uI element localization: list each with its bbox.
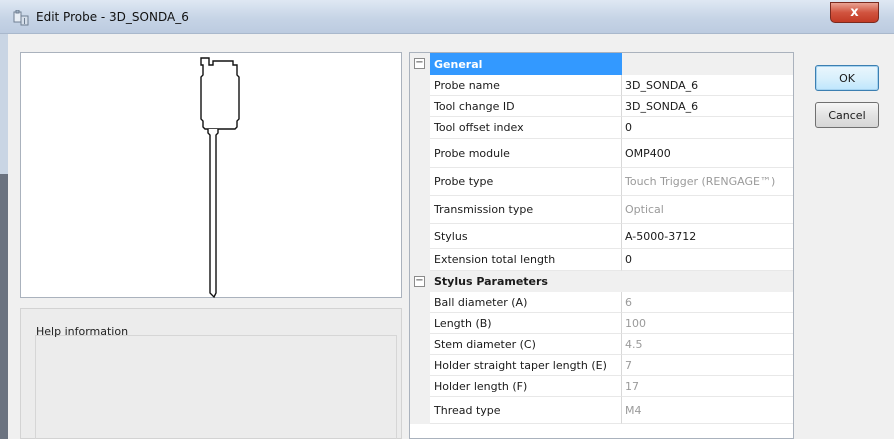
- property-value-readonly: Optical: [622, 196, 793, 224]
- property-value-input[interactable]: 3D_SONDA_6: [622, 75, 793, 96]
- left-edge-strip: [0, 174, 8, 439]
- category-value-cell: [622, 53, 793, 75]
- property-value-input[interactable]: 0: [622, 249, 793, 271]
- property-value-dropdown[interactable]: A-5000-3712: [622, 224, 793, 249]
- property-value-readonly: 17: [622, 376, 793, 397]
- property-name: Stylus: [430, 224, 622, 249]
- property-grid[interactable]: − General Probe name 3D_SONDA_6 Tool cha…: [409, 52, 794, 439]
- property-row-holder-length[interactable]: Holder length (F) 17: [410, 376, 793, 397]
- help-content-area: [35, 335, 397, 439]
- close-button[interactable]: x: [830, 2, 879, 23]
- property-row-probe-type[interactable]: Probe type Touch Trigger (RENGAGE™): [410, 168, 793, 196]
- row-gutter: [410, 117, 430, 139]
- property-row-extension-total-length[interactable]: Extension total length 0: [410, 249, 793, 271]
- row-gutter: [410, 355, 430, 376]
- row-gutter: [410, 249, 430, 271]
- property-row-probe-name[interactable]: Probe name 3D_SONDA_6: [410, 75, 793, 96]
- row-gutter: [410, 96, 430, 117]
- property-name: Tool change ID: [430, 96, 622, 117]
- probe-app-icon: [13, 9, 29, 26]
- property-name: Transmission type: [430, 196, 622, 224]
- property-name: Probe module: [430, 139, 622, 168]
- category-general[interactable]: − General: [410, 53, 793, 75]
- property-name: Holder length (F): [430, 376, 622, 397]
- probe-preview: [20, 52, 402, 299]
- row-gutter: [410, 168, 430, 196]
- property-value-dropdown[interactable]: OMP400: [622, 139, 793, 168]
- property-row-tool-change-id[interactable]: Tool change ID 3D_SONDA_6: [410, 96, 793, 117]
- property-row-probe-module[interactable]: Probe module OMP400: [410, 139, 793, 168]
- row-gutter: [410, 334, 430, 355]
- property-value-readonly: 6: [622, 292, 793, 313]
- property-value-readonly: M4: [622, 397, 793, 424]
- property-value-readonly: 4.5: [622, 334, 793, 355]
- category-label: General: [430, 53, 622, 75]
- property-name: Thread type: [430, 397, 622, 424]
- property-row-tool-offset-index[interactable]: Tool offset index 0: [410, 117, 793, 139]
- property-value-input[interactable]: 3D_SONDA_6: [622, 96, 793, 117]
- property-value-readonly: Touch Trigger (RENGAGE™): [622, 168, 793, 196]
- property-row-ball-diameter[interactable]: Ball diameter (A) 6: [410, 292, 793, 313]
- collapse-stylus-parameters-icon[interactable]: −: [414, 276, 425, 287]
- help-label: Help information: [36, 325, 129, 338]
- property-value-readonly: 100: [622, 313, 793, 334]
- property-name: Extension total length: [430, 249, 622, 271]
- property-row-stem-diameter[interactable]: Stem diameter (C) 4.5: [410, 334, 793, 355]
- title-bar: Edit Probe - 3D_SONDA_6 x: [0, 0, 894, 34]
- window-title: Edit Probe - 3D_SONDA_6: [36, 10, 189, 24]
- property-row-holder-straight-taper-length[interactable]: Holder straight taper length (E) 7: [410, 355, 793, 376]
- close-icon: x: [850, 5, 859, 20]
- property-row-thread-type[interactable]: Thread type M4: [410, 397, 793, 424]
- row-gutter: [410, 292, 430, 313]
- row-gutter: [410, 139, 430, 168]
- property-row-stylus[interactable]: Stylus A-5000-3712: [410, 224, 793, 249]
- property-name: Length (B): [430, 313, 622, 334]
- collapse-general-icon[interactable]: −: [414, 58, 425, 69]
- row-gutter: [410, 397, 430, 424]
- row-gutter: [410, 224, 430, 249]
- property-name: Tool offset index: [430, 117, 622, 139]
- row-gutter: [410, 75, 430, 96]
- property-value-readonly: 7: [622, 355, 793, 376]
- ok-button[interactable]: OK: [815, 65, 879, 91]
- row-gutter: [410, 376, 430, 397]
- property-value-input[interactable]: 0: [622, 117, 793, 139]
- row-gutter: [410, 313, 430, 334]
- category-label: Stylus Parameters: [430, 271, 793, 292]
- cancel-button[interactable]: Cancel: [815, 102, 879, 128]
- property-name: Stem diameter (C): [430, 334, 622, 355]
- category-stylus-parameters[interactable]: − Stylus Parameters: [410, 271, 793, 292]
- row-gutter: [410, 196, 430, 224]
- property-name: Holder straight taper length (E): [430, 355, 622, 376]
- help-panel: Help information: [20, 308, 402, 439]
- property-name: Probe name: [430, 75, 622, 96]
- property-row-length[interactable]: Length (B) 100: [410, 313, 793, 334]
- property-name: Probe type: [430, 168, 622, 196]
- property-name: Ball diameter (A): [430, 292, 622, 313]
- window-left-edge: [0, 34, 8, 439]
- probe-drawing: [200, 57, 240, 299]
- property-row-transmission-type[interactable]: Transmission type Optical: [410, 196, 793, 224]
